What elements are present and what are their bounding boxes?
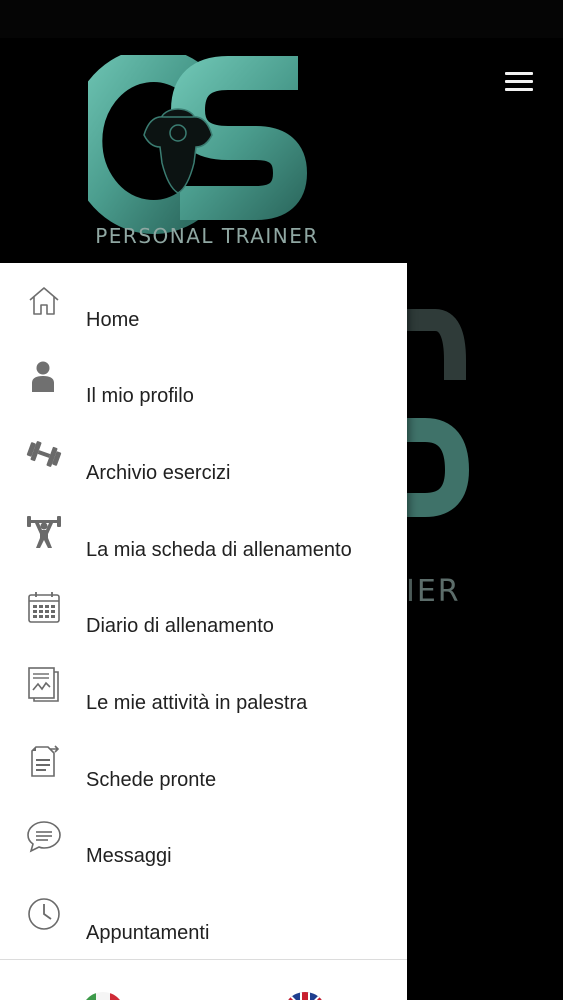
document-transfer-icon [26,743,62,779]
status-bar [0,0,563,38]
user-icon [26,359,62,395]
menu-item-workout-plan[interactable]: La mia scheda di allenamento [0,509,407,585]
brand-tagline: PERSONAL TRAINER [95,224,319,248]
menu-item-exercise-archive[interactable]: Archivio esercizi [0,432,407,508]
menu-item-label: Archivio esercizi [86,462,231,484]
clock-icon [26,896,62,932]
menu-item-home[interactable]: Home [0,279,407,355]
menu-item-messages[interactable]: Messaggi [0,815,407,891]
navigation-drawer: Home Il mio profilo Archivio esercizi La… [0,263,407,1000]
background-logo-fragment [395,300,475,540]
brand-logo [68,48,328,250]
menu-item-label: Schede pronte [86,769,217,791]
menu-item-label: Il mio profilo [86,385,194,407]
activity-report-icon [26,666,62,702]
drawer-divider [0,959,407,960]
menu-item-profile[interactable]: Il mio profilo [0,355,407,431]
menu-item-label: Messaggi [86,845,172,867]
menu-item-label: La mia scheda di allenamento [86,539,352,561]
menu-item-gym-activities[interactable]: Le mie attività in palestra [0,662,407,738]
chat-bubble-icon [26,819,62,855]
uk-flag-icon[interactable] [283,992,327,1000]
menu-item-training-diary[interactable]: Diario di allenamento [0,585,407,661]
italy-flag-icon[interactable] [81,992,125,1000]
menu-item-label: Appuntamenti [86,922,210,944]
calendar-icon [26,589,62,625]
hamburger-menu-icon[interactable] [500,66,538,98]
menu-item-appointments[interactable]: Appuntamenti [0,892,407,968]
menu-item-label: Le mie attività in palestra [86,692,308,714]
menu-item-label: Diario di allenamento [86,615,274,637]
background-tagline-fragment: IER [406,574,461,609]
menu-item-label: Home [86,309,140,331]
app-screen: PERSONAL TRAINER IER Home Il mio profilo [0,0,563,1000]
weightlifter-icon [26,513,62,549]
home-icon [26,283,62,319]
dumbbell-icon [26,436,62,472]
menu-item-ready-plans[interactable]: Schede pronte [0,739,407,815]
